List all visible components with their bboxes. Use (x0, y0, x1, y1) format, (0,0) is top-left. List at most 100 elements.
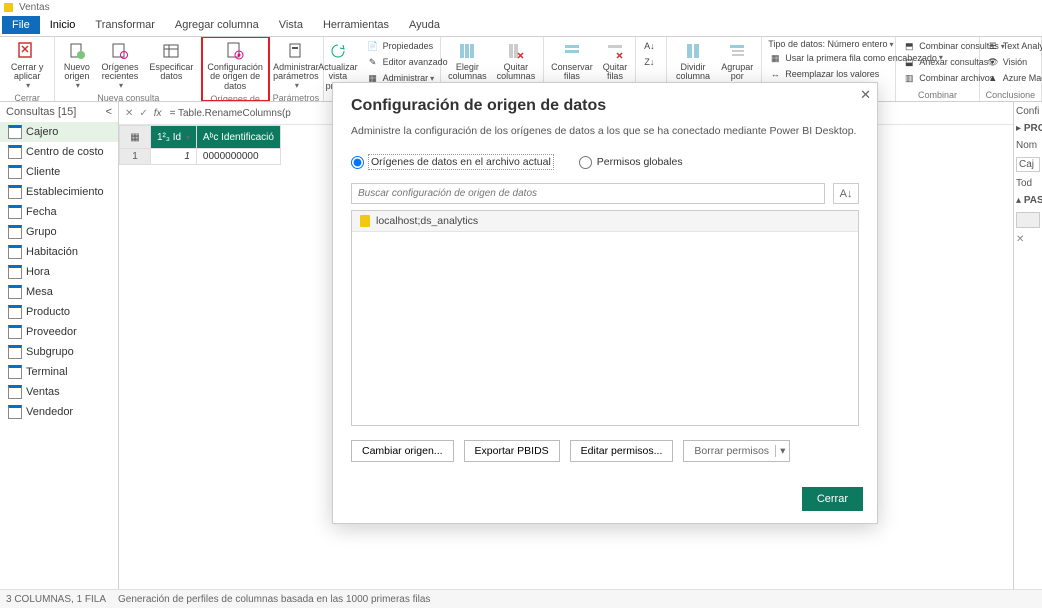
sort-asc-button[interactable]: A↓ (640, 39, 661, 55)
search-datasource-input[interactable] (351, 183, 825, 204)
database-icon (360, 215, 370, 227)
table-icon (8, 305, 22, 319)
table-icon (8, 385, 22, 399)
tab-agregar-columna[interactable]: Agregar columna (165, 16, 269, 34)
parameters-icon (286, 41, 306, 61)
text-analytics-button[interactable]: ☰Text Analytics (984, 39, 1042, 55)
queries-pane: Consultas [15] < CajeroCentro de costoCl… (0, 102, 119, 594)
vision-button[interactable]: 👁Visión (984, 55, 1029, 71)
reemplazar-valores-button[interactable]: ↔Reemplazar los valores (766, 66, 881, 82)
datasource-list: localhost;ds_analytics (351, 210, 859, 426)
status-columns: 3 COLUMNAS, 1 FILA (6, 594, 106, 605)
first-row-header-icon: ▦ (768, 51, 782, 65)
query-item-fecha[interactable]: Fecha (0, 202, 118, 222)
dialog-close-icon[interactable]: ✕ (860, 87, 871, 103)
query-item-habitación[interactable]: Habitación (0, 242, 118, 262)
close-dialog-button[interactable]: Cerrar (802, 487, 863, 511)
query-item-ventas[interactable]: Ventas (0, 382, 118, 402)
query-item-establecimiento[interactable]: Establecimiento (0, 182, 118, 202)
data-source-settings-icon (225, 41, 245, 61)
properties-icon: 📄 (366, 40, 380, 54)
combine-files-icon: ▥ (902, 72, 916, 86)
replace-values-icon: ↔ (768, 67, 782, 81)
query-item-terminal[interactable]: Terminal (0, 362, 118, 382)
row-number[interactable]: 1 (120, 149, 151, 165)
query-item-grupo[interactable]: Grupo (0, 222, 118, 242)
table-icon (8, 225, 22, 239)
tab-file[interactable]: File (2, 16, 40, 34)
especificar-datos-button[interactable]: Especificar datos (145, 39, 197, 92)
group-label-cerrar: Cerrar (14, 92, 40, 102)
change-source-button[interactable]: Cambiar origen... (351, 440, 454, 462)
query-item-mesa[interactable]: Mesa (0, 282, 118, 302)
fx-icon[interactable]: fx (154, 108, 162, 119)
query-item-cliente[interactable]: Cliente (0, 162, 118, 182)
query-item-proveedor[interactable]: Proveedor (0, 322, 118, 342)
query-item-subgrupo[interactable]: Subgrupo (0, 342, 118, 362)
keep-rows-icon (562, 41, 582, 61)
formula-commit-icon[interactable]: ✓ (139, 108, 147, 119)
query-item-centro-de-costo[interactable]: Centro de costo (0, 142, 118, 162)
config-origen-datos-button[interactable]: Configuración de origen de datos (203, 39, 267, 93)
query-item-cajero[interactable]: Cajero (0, 122, 118, 142)
cell-id[interactable]: 1 (151, 149, 197, 165)
nuevo-origen-button[interactable]: Nuevo origen▾ (59, 39, 94, 92)
tab-inicio[interactable]: Inicio (40, 16, 86, 34)
radio-current-file[interactable]: Orígenes de datos en el archivo actual (351, 155, 553, 169)
azure-ml-button[interactable]: ▲Azure Machin (984, 71, 1042, 87)
table-icon (8, 365, 22, 379)
query-item-vendedor[interactable]: Vendedor (0, 402, 118, 422)
export-pbids-button[interactable]: Exportar PBIDS (464, 440, 560, 462)
formula-cancel-icon[interactable]: ✕ (125, 108, 133, 119)
name-input[interactable]: Caj (1016, 157, 1040, 172)
clear-permissions-button[interactable]: Borrar permisos▾ (683, 440, 790, 462)
recent-sources-icon (110, 41, 130, 61)
remove-columns-icon (506, 41, 526, 61)
tab-herramientas[interactable]: Herramientas (313, 16, 399, 34)
group-label-parametros: Parámetros (273, 92, 320, 102)
propiedades-button[interactable]: 📄Propiedades (364, 39, 450, 55)
sort-datasource-button[interactable]: A↓ (833, 183, 859, 204)
group-label-origenes: Orígenes de datos (206, 93, 263, 102)
queries-list: CajeroCentro de costoClienteEstablecimie… (0, 122, 118, 422)
menu-tabs: File Inicio Transformar Agregar columna … (0, 14, 1042, 37)
app-icon (4, 3, 13, 12)
col-header-identificacion[interactable]: Aᵇc Identificació (196, 126, 280, 149)
data-source-settings-dialog: ✕ Configuración de origen de datos Admin… (332, 82, 878, 524)
edit-permissions-button[interactable]: Editar permisos... (570, 440, 674, 462)
step-item[interactable] (1016, 212, 1040, 228)
origenes-recientes-button[interactable]: Orígenes recientes▾ (97, 39, 144, 92)
text-analytics-icon: ☰ (986, 40, 1000, 54)
title-bar: Ventas (0, 0, 1042, 14)
table-icon (8, 265, 22, 279)
queries-header: Consultas [15] (6, 106, 76, 118)
editor-avanzado-button[interactable]: ✎Editor avanzado (364, 55, 450, 71)
radio-global-permissions[interactable]: Permisos globales (579, 156, 683, 169)
tab-ayuda[interactable]: Ayuda (399, 16, 450, 34)
sort-desc-icon: Z↓ (642, 56, 656, 70)
query-item-producto[interactable]: Producto (0, 302, 118, 322)
queries-collapse-icon[interactable]: < (106, 106, 112, 118)
col-header-id[interactable]: 1²₃ Id ▾ (151, 126, 197, 149)
table-icon (8, 125, 22, 139)
delete-step-icon[interactable]: ✕ (1016, 234, 1040, 245)
table-icon (8, 145, 22, 159)
group-label-conclusiones: Conclusione (986, 89, 1036, 101)
close-apply-button[interactable]: Cerrar y aplicar▾ (4, 39, 50, 92)
append-queries-icon: ⬓ (902, 56, 916, 70)
group-by-icon (727, 41, 747, 61)
dialog-title: Configuración de origen de datos (351, 97, 859, 115)
tipo-datos-button[interactable]: Tipo de datos: Número entero▾ (766, 39, 895, 50)
sort-asc-icon: A↓ (642, 40, 656, 54)
cell-identificacion[interactable]: 0000000000 (196, 149, 280, 165)
query-item-hora[interactable]: Hora (0, 262, 118, 282)
dialog-subtitle: Administre la configuración de los oríge… (351, 125, 859, 137)
azure-ml-icon: ▲ (986, 72, 1000, 86)
remove-rows-icon (605, 41, 625, 61)
tab-vista[interactable]: Vista (269, 16, 313, 34)
datasource-item[interactable]: localhost;ds_analytics (352, 211, 858, 232)
corner-header[interactable]: ▦ (120, 126, 151, 149)
table-icon (8, 165, 22, 179)
tab-transformar[interactable]: Transformar (85, 16, 165, 34)
sort-desc-button[interactable]: Z↓ (640, 55, 661, 71)
